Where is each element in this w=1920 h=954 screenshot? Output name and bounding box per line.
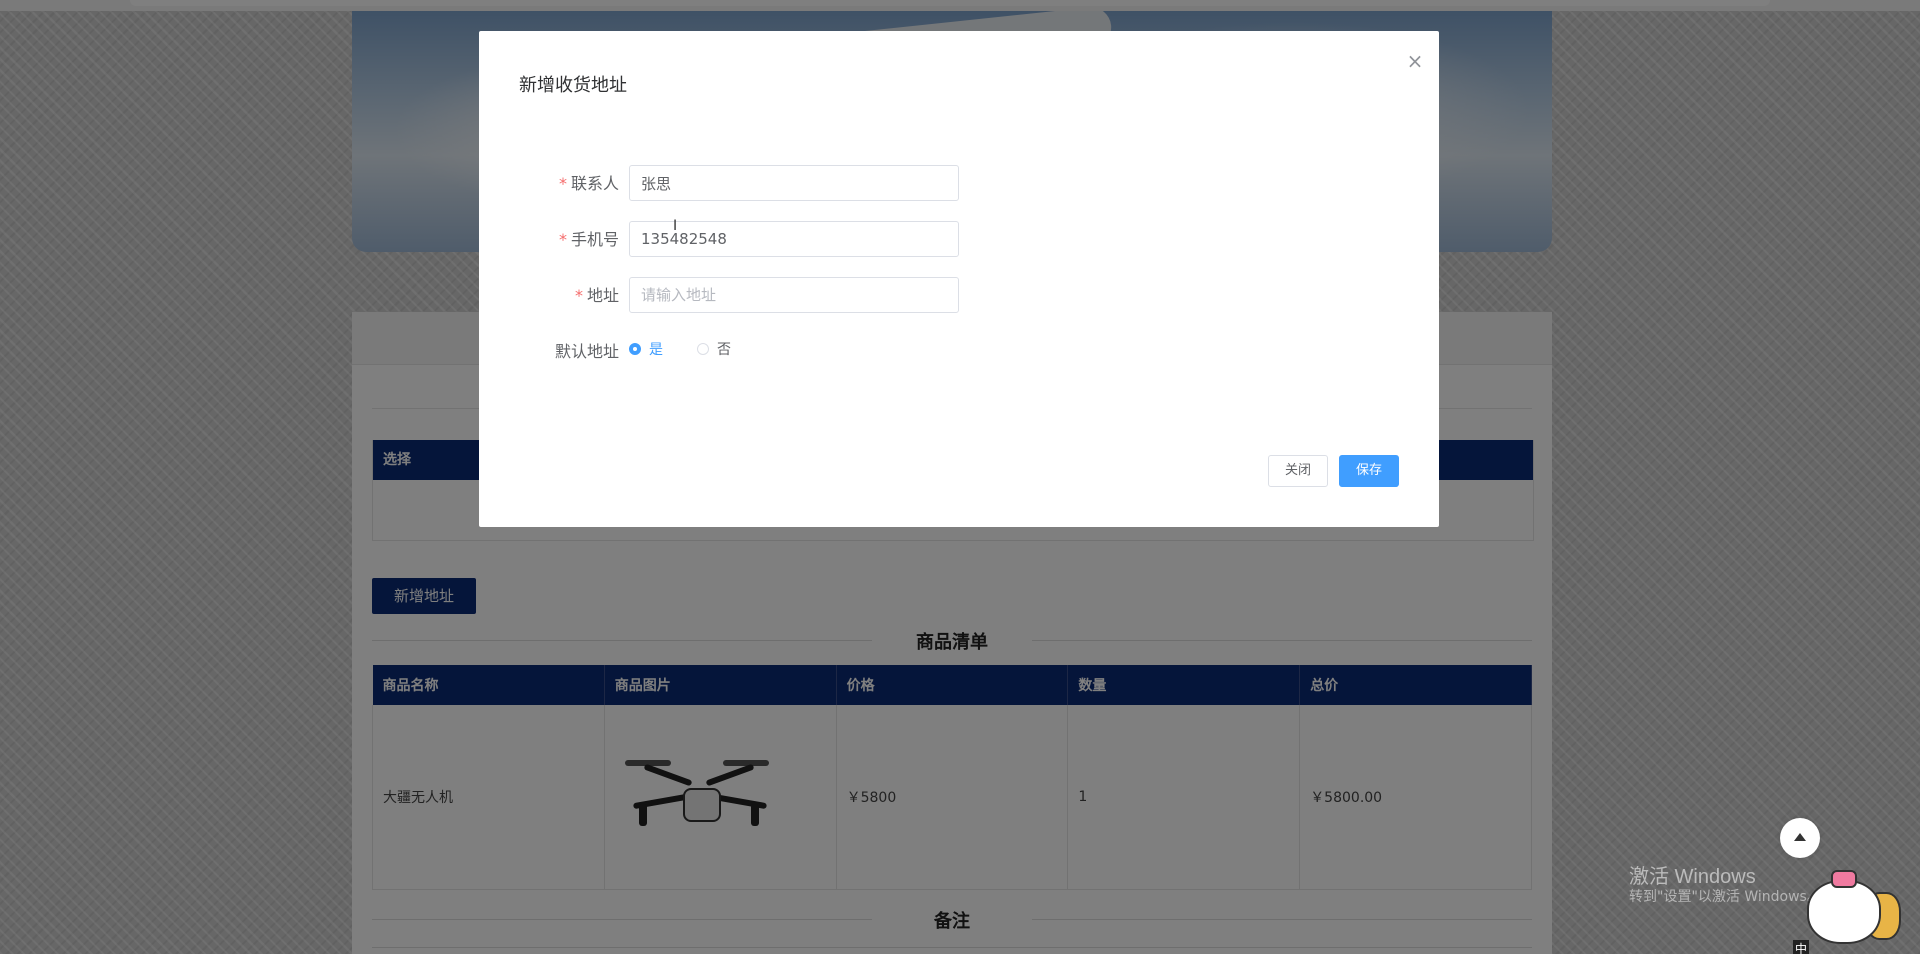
contact-label: * 联系人 [509,170,619,194]
default-yes-radio[interactable]: 是 [629,339,663,359]
arrow-up-icon [1794,833,1806,841]
add-address-dialog: 新增收货地址 × *联系人 *手机号 *地址 默认地址 是 否 关闭 保存 [479,31,1439,527]
required-mark: * [558,174,567,193]
mascot-head [1807,880,1881,944]
required-mark: * [558,230,567,249]
required-mark: * [574,286,583,305]
radio-dot [629,343,641,355]
address-label: * 地址 [509,282,619,306]
close-icon[interactable]: × [1405,51,1425,71]
radio-dot [697,343,709,355]
phone-label-text: 手机号 [570,230,619,249]
default-yes-label: 是 [649,342,663,358]
save-button[interactable]: 保存 [1339,455,1399,487]
contact-label-text: 联系人 [570,174,619,193]
default-address-label: 默认地址 [554,342,619,361]
phone-label: * 手机号 [509,226,619,250]
default-no-radio[interactable]: 否 [697,339,731,359]
dialog-title: 新增收货地址 [519,75,627,96]
ime-indicator[interactable]: 中 [1793,940,1810,954]
back-to-top-button[interactable] [1780,818,1820,858]
windows-watermark-title: 激活 Windows [1629,866,1756,888]
mascot-sticker: 中 [1793,868,1911,954]
close-button[interactable]: 关闭 [1268,455,1328,487]
address-input[interactable] [629,277,959,313]
text-cursor-icon: I [673,218,678,234]
mascot-bow [1831,870,1857,888]
contact-input[interactable] [629,165,959,201]
address-label-text: 地址 [586,286,619,305]
default-no-label: 否 [717,342,731,358]
